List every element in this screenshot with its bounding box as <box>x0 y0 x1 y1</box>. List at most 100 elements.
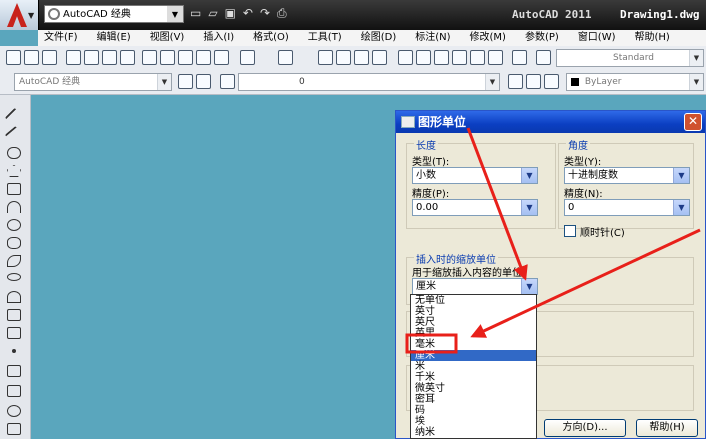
unit-option[interactable]: 密耳 <box>411 394 536 405</box>
insert-scale-desc: 用于缩放插入内容的单位: <box>412 268 526 279</box>
rectangle-icon[interactable] <box>7 183 21 195</box>
menu-insert[interactable]: 插入(I) <box>197 30 240 46</box>
gradient-icon[interactable] <box>7 385 21 397</box>
layer-properties-icon[interactable] <box>220 74 235 89</box>
menu-parametric[interactable]: 参数(P) <box>519 30 565 46</box>
text-style-combo[interactable]: Standard ▼ <box>556 49 704 67</box>
polyline-icon[interactable] <box>7 147 21 159</box>
publish-icon[interactable] <box>102 50 117 65</box>
make-block-icon[interactable] <box>7 327 21 339</box>
line-icon[interactable] <box>4 107 24 127</box>
paste-icon[interactable] <box>178 50 193 65</box>
menu-help[interactable]: 帮助(H) <box>629 30 676 46</box>
hatch-icon[interactable] <box>7 365 21 377</box>
zoom-realtime-icon[interactable] <box>336 50 351 65</box>
unit-option[interactable]: 微英寸 <box>411 383 536 394</box>
unit-option[interactable]: 码 <box>411 405 536 416</box>
layer-previous-icon[interactable] <box>526 74 541 89</box>
new-icon[interactable]: ▭ <box>190 6 201 24</box>
ellipse-arc-icon[interactable] <box>7 291 21 303</box>
zoom-previous-icon[interactable] <box>372 50 387 65</box>
block-editor-icon[interactable] <box>214 50 229 65</box>
pan-icon[interactable] <box>318 50 333 65</box>
angle-type-label: 类型(Y): <box>564 157 602 168</box>
new-icon[interactable] <box>6 50 21 65</box>
unit-option[interactable]: 埃 <box>411 416 536 427</box>
zoom-window-icon[interactable] <box>354 50 369 65</box>
menu-file[interactable]: 文件(F) <box>38 30 84 46</box>
save-icon[interactable] <box>42 50 57 65</box>
unit-option-selected[interactable]: 厘米 <box>411 350 536 361</box>
dialog-title-bar[interactable]: 图形单位 ✕ <box>396 111 705 133</box>
redo-icon[interactable] <box>278 50 293 65</box>
layer-state-icon[interactable] <box>544 74 559 89</box>
open-icon[interactable]: ▱ <box>208 6 217 24</box>
length-precision-select[interactable]: 0.00 ▼ <box>412 199 538 216</box>
angle-type-select[interactable]: 十进制度数 ▼ <box>564 167 690 184</box>
make-current-icon[interactable] <box>508 74 523 89</box>
spline-icon[interactable] <box>7 255 21 267</box>
unit-option[interactable]: 英尺 <box>411 317 536 328</box>
workspace-combo[interactable]: AutoCAD 经典 ▼ <box>14 73 172 91</box>
close-icon[interactable]: ✕ <box>684 113 702 131</box>
plot-icon[interactable] <box>66 50 81 65</box>
redo-icon[interactable]: ↷ <box>260 6 270 24</box>
workspace-settings-icon[interactable] <box>196 74 211 89</box>
insert-block-icon[interactable] <box>7 309 21 321</box>
arc-icon[interactable] <box>7 201 21 213</box>
unit-option[interactable]: 无单位 <box>411 295 536 306</box>
unit-option[interactable]: 千米 <box>411 372 536 383</box>
point-icon[interactable] <box>12 349 16 353</box>
unit-option[interactable]: 英寸 <box>411 306 536 317</box>
layer-combo[interactable]: 0 ▼ <box>238 73 500 91</box>
angle-precision-label: 精度(N): <box>564 189 603 200</box>
insert-scale-select[interactable]: 厘米 ▼ <box>412 278 538 295</box>
workspace-switcher[interactable]: AutoCAD 经典 ▼ <box>44 5 184 23</box>
3d-print-icon[interactable] <box>120 50 135 65</box>
menu-window[interactable]: 窗口(W) <box>572 30 622 46</box>
cut-icon[interactable] <box>142 50 157 65</box>
help-icon[interactable] <box>512 50 527 65</box>
unit-option[interactable]: 毫米 <box>411 339 536 350</box>
menu-format[interactable]: 格式(O) <box>247 30 295 46</box>
open-icon[interactable] <box>24 50 39 65</box>
unit-option[interactable]: 纳米 <box>411 427 536 438</box>
polygon-icon[interactable] <box>7 165 21 177</box>
clockwise-checkbox[interactable] <box>564 225 576 237</box>
sheet-set-icon[interactable] <box>452 50 467 65</box>
direction-button[interactable]: 方向(D)... <box>544 419 626 437</box>
design-center-icon[interactable] <box>416 50 431 65</box>
menu-modify[interactable]: 修改(M) <box>464 30 512 46</box>
quickcalc-icon[interactable] <box>488 50 503 65</box>
save-icon[interactable]: ▣ <box>225 6 236 24</box>
table-icon[interactable] <box>7 423 21 435</box>
markup-icon[interactable] <box>470 50 485 65</box>
menu-tools[interactable]: 工具(T) <box>302 30 348 46</box>
angle-precision-select[interactable]: 0 ▼ <box>564 199 690 216</box>
plot-preview-icon[interactable] <box>84 50 99 65</box>
menu-dimension[interactable]: 标注(N) <box>409 30 456 46</box>
unit-option[interactable]: 米 <box>411 361 536 372</box>
plot-icon[interactable]: ⎙ <box>277 6 287 24</box>
help-button[interactable]: 帮助(H) <box>636 419 698 437</box>
copy-icon[interactable] <box>160 50 175 65</box>
application-menu-button[interactable]: ▼ <box>0 0 39 30</box>
tool-palettes-icon[interactable] <box>434 50 449 65</box>
undo-icon[interactable] <box>240 50 255 65</box>
region-icon[interactable] <box>7 405 21 417</box>
unit-option[interactable]: 英里 <box>411 328 536 339</box>
construction-line-icon[interactable] <box>4 125 24 145</box>
undo-icon[interactable]: ↶ <box>243 6 253 24</box>
match-properties-icon[interactable] <box>196 50 211 65</box>
length-type-select[interactable]: 小数 ▼ <box>412 167 538 184</box>
ellipse-icon[interactable] <box>7 273 21 281</box>
menu-edit[interactable]: 编辑(E) <box>91 30 137 46</box>
color-combo[interactable]: ByLayer ▼ <box>566 73 704 91</box>
circle-icon[interactable] <box>7 219 21 231</box>
menu-draw[interactable]: 绘图(D) <box>355 30 403 46</box>
revision-cloud-icon[interactable] <box>7 237 21 249</box>
properties-icon[interactable] <box>398 50 413 65</box>
menu-view[interactable]: 视图(V) <box>144 30 191 46</box>
text-style-icon[interactable] <box>536 50 551 65</box>
gear-icon[interactable] <box>178 74 193 89</box>
